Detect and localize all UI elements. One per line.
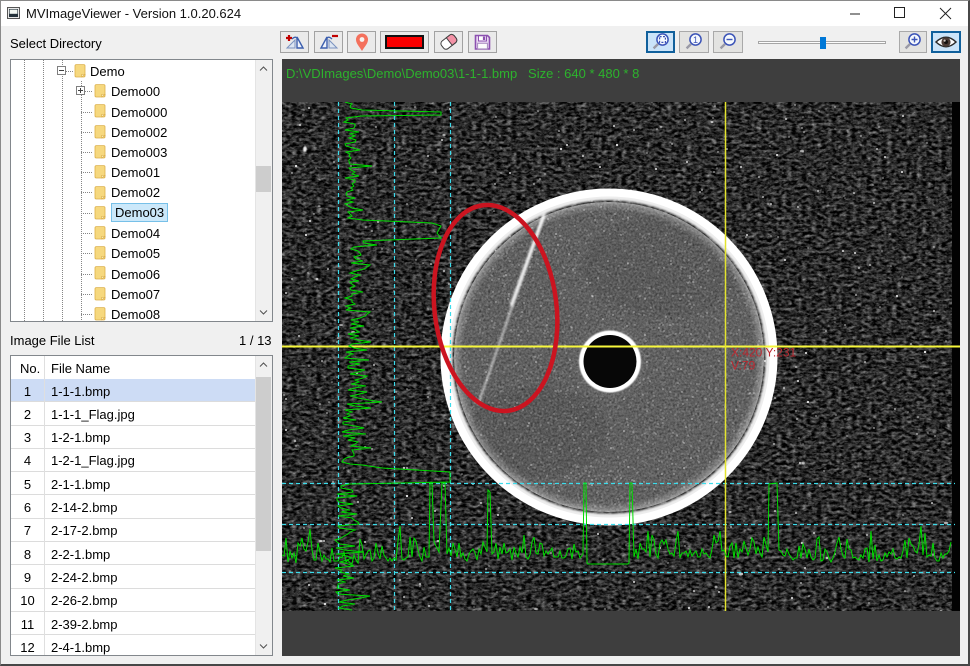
- svg-text:V:79: V:79: [731, 359, 756, 373]
- svg-text:1: 1: [693, 35, 698, 45]
- svg-text:X:420 Y:231: X:420 Y:231: [731, 346, 797, 360]
